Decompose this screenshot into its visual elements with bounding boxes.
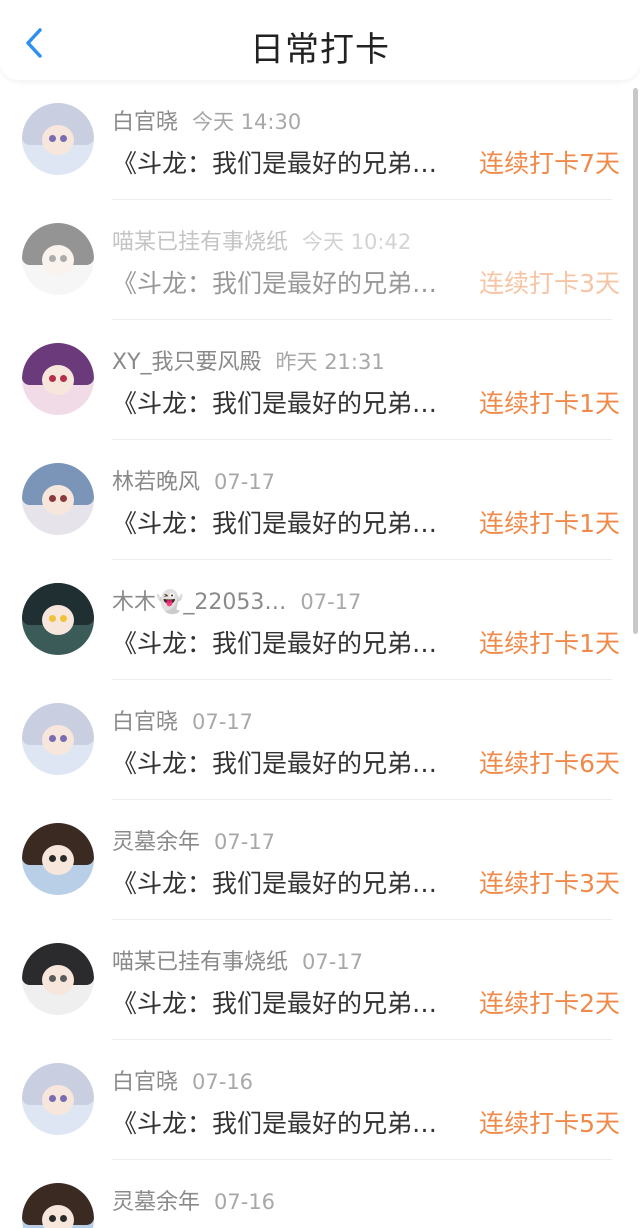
list-item[interactable]: 白官晓 07-16 《斗龙：我们是最好的兄弟… 连续打卡5天: [0, 1040, 640, 1160]
checkin-list: 白官晓 今天 14:30 《斗龙：我们是最好的兄弟… 连续打卡7天 喵某已挂有事烧纸 今天…: [0, 80, 640, 1228]
username[interactable]: 灵墓余年: [112, 1190, 200, 1215]
user-meta: 喵某已挂有事烧纸 今天 10:42: [112, 224, 412, 255]
list-item[interactable]: 喵某已挂有事烧纸 今天 10:42 《斗龙：我们是最好的兄弟… 连续打卡3天: [0, 200, 640, 320]
page-title: 日常打卡: [250, 30, 390, 70]
timestamp: 07-17: [192, 710, 254, 734]
username[interactable]: 木木👻_22053…: [112, 590, 286, 615]
user-meta: 木木👻_22053… 07-17: [112, 584, 362, 615]
avatar[interactable]: [22, 823, 94, 895]
username[interactable]: 林若晚风: [112, 470, 200, 495]
user-meta: 灵墓余年 07-16: [112, 1184, 276, 1215]
streak-badge: 连续打卡1天: [479, 509, 620, 538]
timestamp: 今天 10:42: [302, 230, 412, 254]
timestamp: 昨天 21:31: [275, 350, 385, 374]
avatar[interactable]: [22, 463, 94, 535]
username[interactable]: 喵某已挂有事烧纸: [112, 230, 288, 255]
timestamp: 07-17: [302, 950, 364, 974]
list-item[interactable]: 白官晓 07-17 《斗龙：我们是最好的兄弟… 连续打卡6天: [0, 680, 640, 800]
list-item[interactable]: 灵墓余年 07-17 《斗龙：我们是最好的兄弟… 连续打卡3天: [0, 800, 640, 920]
user-meta: 白官晓 今天 14:30: [112, 104, 302, 135]
avatar[interactable]: [22, 103, 94, 175]
username[interactable]: 白官晓: [112, 110, 178, 135]
streak-badge: 连续打卡1天: [479, 389, 620, 418]
list-item[interactable]: XY_我只要风殿 昨天 21:31 《斗龙：我们是最好的兄弟… 连续打卡1天: [0, 320, 640, 440]
username[interactable]: 喵某已挂有事烧纸: [112, 950, 288, 975]
avatar[interactable]: [22, 943, 94, 1015]
timestamp: 07-16: [192, 1070, 254, 1094]
book-title[interactable]: 《斗龙：我们是最好的兄弟…: [112, 144, 474, 180]
list-item[interactable]: 喵某已挂有事烧纸 07-17 《斗龙：我们是最好的兄弟… 连续打卡2天: [0, 920, 640, 1040]
list-item[interactable]: 林若晚风 07-17 《斗龙：我们是最好的兄弟… 连续打卡1天: [0, 440, 640, 560]
streak-badge: 连续打卡3天: [479, 269, 620, 298]
timestamp: 07-17: [300, 590, 362, 614]
user-meta: 灵墓余年 07-17: [112, 824, 276, 855]
avatar[interactable]: [22, 343, 94, 415]
book-title[interactable]: 《斗龙：我们是最好的兄弟…: [112, 384, 474, 420]
user-meta: 白官晓 07-16: [112, 1064, 254, 1095]
list-item[interactable]: 灵墓余年 07-16: [0, 1160, 640, 1228]
book-title[interactable]: 《斗龙：我们是最好的兄弟…: [112, 624, 474, 660]
book-title[interactable]: 《斗龙：我们是最好的兄弟…: [112, 1104, 474, 1140]
user-meta: 白官晓 07-17: [112, 704, 254, 735]
timestamp: 07-17: [214, 470, 276, 494]
list-item[interactable]: 木木👻_22053… 07-17 《斗龙：我们是最好的兄弟… 连续打卡1天: [0, 560, 640, 680]
user-meta: 喵某已挂有事烧纸 07-17: [112, 944, 364, 975]
list-item[interactable]: 白官晓 今天 14:30 《斗龙：我们是最好的兄弟… 连续打卡7天: [0, 80, 640, 200]
avatar[interactable]: [22, 223, 94, 295]
book-title[interactable]: 《斗龙：我们是最好的兄弟…: [112, 504, 474, 540]
avatar[interactable]: [22, 1063, 94, 1135]
username[interactable]: XY_我只要风殿: [112, 350, 262, 375]
avatar[interactable]: [22, 703, 94, 775]
streak-badge: 连续打卡6天: [479, 749, 620, 778]
user-meta: XY_我只要风殿 昨天 21:31: [112, 344, 385, 375]
streak-badge: 连续打卡2天: [479, 989, 620, 1018]
avatar[interactable]: [22, 1183, 94, 1228]
username[interactable]: 白官晓: [112, 710, 178, 735]
book-title[interactable]: 《斗龙：我们是最好的兄弟…: [112, 984, 474, 1020]
username[interactable]: 灵墓余年: [112, 830, 200, 855]
username[interactable]: 白官晓: [112, 1070, 178, 1095]
book-title[interactable]: 《斗龙：我们是最好的兄弟…: [112, 264, 474, 300]
streak-badge: 连续打卡1天: [479, 629, 620, 658]
top-bar: 日常打卡: [0, 0, 640, 80]
book-title[interactable]: 《斗龙：我们是最好的兄弟…: [112, 864, 474, 900]
timestamp: 今天 14:30: [192, 110, 302, 134]
streak-badge: 连续打卡7天: [479, 149, 620, 178]
user-meta: 林若晚风 07-17: [112, 464, 276, 495]
streak-badge: 连续打卡5天: [479, 1109, 620, 1138]
avatar[interactable]: [22, 583, 94, 655]
book-title[interactable]: 《斗龙：我们是最好的兄弟…: [112, 744, 474, 780]
scrollbar[interactable]: [633, 88, 638, 634]
timestamp: 07-17: [214, 830, 276, 854]
timestamp: 07-16: [214, 1190, 276, 1214]
streak-badge: 连续打卡3天: [479, 869, 620, 898]
